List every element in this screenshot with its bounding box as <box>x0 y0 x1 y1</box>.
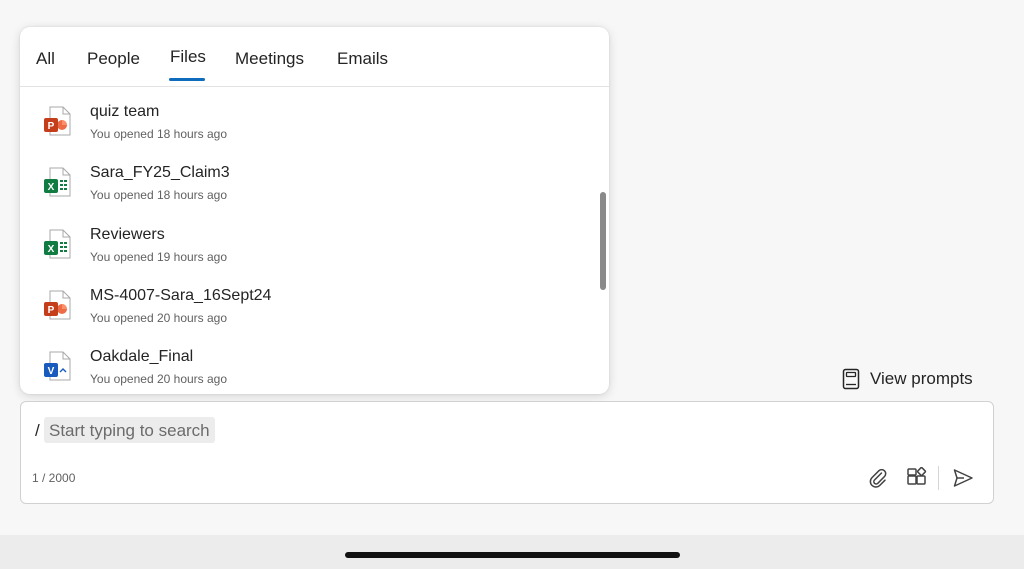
file-opened-time: You opened 20 hours ago <box>90 311 228 325</box>
scrollbar-thumb[interactable] <box>600 192 606 290</box>
send-button[interactable] <box>949 464 977 492</box>
search-input[interactable]: Start typing to search <box>44 417 215 443</box>
list-item[interactable]: P MS-4007-Sara_16Sept24 You opened 20 ho… <box>20 272 595 332</box>
character-count: 1 / 2000 <box>32 471 76 485</box>
slash-command: / <box>35 421 40 440</box>
list-item[interactable]: V Oakdale_Final You opened 20 hours ago <box>20 333 595 393</box>
home-indicator[interactable] <box>345 552 680 558</box>
list-item[interactable]: X Sara_FY25_Claim3 You opened 18 hours a… <box>20 149 595 209</box>
paperclip-icon <box>869 468 887 488</box>
file-opened-time: You opened 18 hours ago <box>90 127 228 141</box>
svg-text:X: X <box>48 244 55 255</box>
file-opened-time: You opened 20 hours ago <box>90 372 228 386</box>
view-prompts-button[interactable]: View prompts <box>842 367 973 391</box>
excel-file-icon: X <box>44 167 72 197</box>
tab-bar: All People Files Meetings Emails <box>20 27 609 87</box>
list-item[interactable]: P quiz team You opened 18 hours ago <box>20 88 595 148</box>
tab-files[interactable]: Files <box>170 47 206 67</box>
file-list: P quiz team You opened 18 hours ago X Sa… <box>20 88 609 394</box>
svg-text:V: V <box>48 366 55 377</box>
svg-text:P: P <box>48 305 55 316</box>
add-apps-button[interactable] <box>903 464 931 492</box>
attach-button[interactable] <box>864 464 892 492</box>
svg-text:X: X <box>48 182 55 193</box>
file-opened-time: You opened 19 hours ago <box>90 250 228 264</box>
search-popup: All People Files Meetings Emails P quiz … <box>20 27 609 394</box>
chat-composer[interactable]: / Start typing to search 1 / 2000 <box>20 401 994 504</box>
tab-emails[interactable]: Emails <box>337 49 388 69</box>
word-file-icon: V <box>44 351 72 381</box>
file-name: Oakdale_Final <box>90 348 194 365</box>
file-name: quiz team <box>90 103 160 120</box>
active-tab-indicator <box>169 78 205 81</box>
notebook-icon <box>842 368 860 390</box>
file-name: Sara_FY25_Claim3 <box>90 164 230 181</box>
file-opened-time: You opened 18 hours ago <box>90 188 228 202</box>
view-prompts-label: View prompts <box>870 369 973 388</box>
powerpoint-file-icon: P <box>44 290 72 320</box>
list-item[interactable]: X Reviewers You opened 19 hours ago <box>20 211 595 271</box>
tab-all[interactable]: All <box>36 49 55 69</box>
send-icon <box>953 469 973 487</box>
file-name: Reviewers <box>90 226 165 243</box>
file-name: MS-4007-Sara_16Sept24 <box>90 287 272 304</box>
svg-text:P: P <box>48 121 55 132</box>
powerpoint-file-icon: P <box>44 106 72 136</box>
excel-file-icon: X <box>44 229 72 259</box>
composer-divider <box>938 466 939 490</box>
tab-people[interactable]: People <box>87 49 140 69</box>
add-apps-icon <box>907 467 927 485</box>
tab-meetings[interactable]: Meetings <box>235 49 304 69</box>
